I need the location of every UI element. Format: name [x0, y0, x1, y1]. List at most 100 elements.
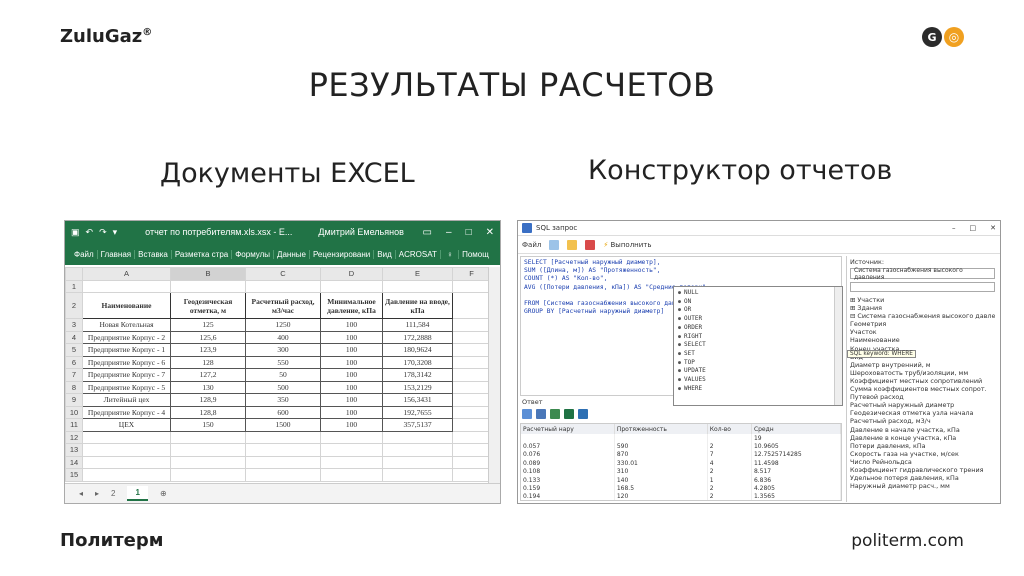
tree-item[interactable]: Геодезическая отметка узла начала — [850, 409, 995, 417]
tree-item[interactable]: Давление в начале участка, кПа — [850, 426, 995, 434]
result-cell[interactable]: 2 — [707, 442, 752, 451]
globe-icon[interactable] — [578, 409, 588, 419]
table-header-cell[interactable]: Геодезическая отметка, м — [170, 292, 246, 319]
sheet-tab-active[interactable]: 1 — [127, 486, 148, 501]
row-number[interactable]: 5 — [65, 343, 83, 357]
column-header[interactable]: A — [82, 267, 171, 281]
tree-item[interactable]: Расчетный наружный диаметр — [850, 401, 995, 409]
column-header[interactable]: F — [452, 267, 491, 281]
result-cell[interactable]: 0.108 — [521, 467, 615, 476]
row-number[interactable]: 7 — [65, 368, 83, 382]
autocomplete-item[interactable]: VALUES — [678, 376, 838, 385]
maximize-icon[interactable]: □ — [466, 227, 472, 238]
excel-export-icon[interactable] — [564, 409, 574, 419]
table-cell[interactable]: 300 — [245, 343, 321, 357]
row-number[interactable]: 12 — [65, 430, 83, 444]
result-cell[interactable]: 330.01 — [614, 459, 708, 468]
table-cell[interactable]: Предприятие Корпус - 6 — [82, 355, 171, 369]
result-cell[interactable]: 0.076 — [521, 450, 615, 460]
result-cell[interactable]: 870 — [614, 450, 708, 460]
table-cell[interactable]: 130 — [170, 380, 246, 394]
add-sheet-icon[interactable]: ⊕ — [160, 489, 167, 498]
minimize-icon[interactable]: – — [446, 227, 452, 238]
result-column-header[interactable]: Средн — [751, 424, 841, 434]
new-query-icon[interactable] — [549, 239, 560, 250]
result-cell[interactable]: 310 — [614, 467, 708, 476]
save-icon[interactable]: ▣ — [71, 227, 80, 238]
table-header-cell[interactable]: Давление на вводе, кПа — [382, 292, 453, 319]
tree-item[interactable]: Коэффициент гидравлического трения — [850, 466, 995, 474]
undo-icon[interactable]: ↶ — [86, 227, 94, 238]
table-cell[interactable]: 100 — [320, 393, 383, 407]
ribbon-tab[interactable]: Формулы — [232, 249, 275, 259]
maximize-icon[interactable]: □ — [970, 224, 977, 232]
tree-item[interactable]: Коэффициент местных сопротивлений — [850, 377, 995, 385]
table-cell[interactable]: 100 — [320, 405, 383, 419]
tree-item[interactable]: Потери давления, кПа — [850, 442, 995, 450]
tree-item[interactable]: Скорость газа на участке, м/сек — [850, 450, 995, 458]
corner-cell[interactable] — [65, 267, 83, 281]
table-cell[interactable]: 1250 — [245, 318, 321, 332]
table-cell[interactable]: 100 — [320, 418, 383, 432]
autocomplete-item[interactable]: SET — [678, 350, 838, 359]
table-cell[interactable]: 400 — [245, 330, 321, 344]
table-cell[interactable]: 600 — [245, 405, 321, 419]
table-cell[interactable]: Предприятие Корпус - 7 — [82, 368, 171, 382]
result-cell[interactable]: 140 — [614, 475, 708, 485]
column-header[interactable]: E — [382, 267, 453, 281]
table-cell[interactable]: Предприятие Корпус - 5 — [82, 380, 171, 394]
sheet-tab[interactable]: 2 — [111, 489, 115, 498]
column-header[interactable]: C — [245, 267, 321, 281]
table-cell[interactable]: 100 — [320, 330, 383, 344]
table-cell[interactable]: Предприятие Корпус - 2 — [82, 330, 171, 344]
tree-item[interactable]: ⊟ Система газоснабжения высокого давлени… — [850, 312, 995, 320]
table-cell[interactable]: 1500 — [245, 418, 321, 432]
row-number[interactable]: 9 — [65, 393, 83, 407]
result-column-header[interactable]: Кол-во — [707, 424, 752, 434]
autocomplete-scrollbar[interactable] — [834, 287, 842, 405]
table-cell[interactable]: 128 — [170, 355, 246, 369]
tree-item[interactable]: Участок — [850, 328, 995, 336]
result-cell[interactable] — [614, 434, 708, 443]
autocomplete-item[interactable]: ORDER — [678, 324, 838, 333]
table-cell[interactable]: 100 — [320, 343, 383, 357]
result-grid[interactable]: Расчетный нару Протяженность Кол-во Сред… — [520, 423, 842, 501]
row-number[interactable]: 13 — [65, 443, 83, 457]
table-cell[interactable]: 170,3208 — [382, 355, 453, 369]
result-cell[interactable]: 0.159 — [521, 484, 615, 493]
row-number[interactable]: 8 — [65, 380, 83, 394]
column-header[interactable]: B — [170, 267, 246, 281]
result-cell[interactable]: 10.9605 — [751, 442, 841, 451]
tree-item[interactable]: Число Рейнольдса — [850, 458, 995, 466]
autocomplete-item[interactable]: ON — [678, 298, 838, 307]
result-cell[interactable]: 6.836 — [751, 475, 841, 485]
autocomplete-item[interactable]: OUTER — [678, 315, 838, 324]
table-cell[interactable]: 50 — [245, 368, 321, 382]
row-number[interactable]: 15 — [65, 468, 83, 482]
result-cell[interactable]: 0.194 — [521, 492, 615, 500]
sheet-prev-icon[interactable]: ◂ — [79, 489, 83, 498]
result-cell[interactable]: 590 — [614, 442, 708, 451]
result-cell[interactable]: 0.057 — [521, 442, 615, 451]
tree-item[interactable]: Путевой расход — [850, 393, 995, 401]
table-cell[interactable]: 150 — [170, 418, 246, 432]
result-cell[interactable]: 12.7525714285 — [751, 450, 841, 460]
result-cell[interactable] — [707, 434, 752, 443]
search-icon[interactable] — [522, 409, 532, 419]
result-cell[interactable]: 4.2805 — [751, 484, 841, 493]
table-cell[interactable]: 172,2888 — [382, 330, 453, 344]
table-cell[interactable]: Литейный цех — [82, 393, 171, 407]
result-cell[interactable]: 0.133 — [521, 475, 615, 485]
row-number[interactable]: 10 — [65, 405, 83, 419]
tree-item[interactable]: ⊞ Здания — [850, 304, 995, 312]
tree-item[interactable]: Давление в конце участка, кПа — [850, 434, 995, 442]
tree-item[interactable]: Сумма коэффициентов местных сопрот. — [850, 385, 995, 393]
result-cell[interactable]: 2 — [707, 492, 752, 500]
table-cell[interactable]: 357,5137 — [382, 418, 453, 432]
autocomplete-item[interactable]: RIGHT — [678, 333, 838, 342]
result-cell[interactable]: 7 — [707, 450, 752, 460]
ribbon-tab[interactable]: Рецензировани — [310, 249, 375, 259]
website-url[interactable]: politerm.com — [851, 531, 964, 551]
result-cell[interactable]: 11.4598 — [751, 459, 841, 468]
redo-icon[interactable]: ↷ — [99, 227, 107, 238]
